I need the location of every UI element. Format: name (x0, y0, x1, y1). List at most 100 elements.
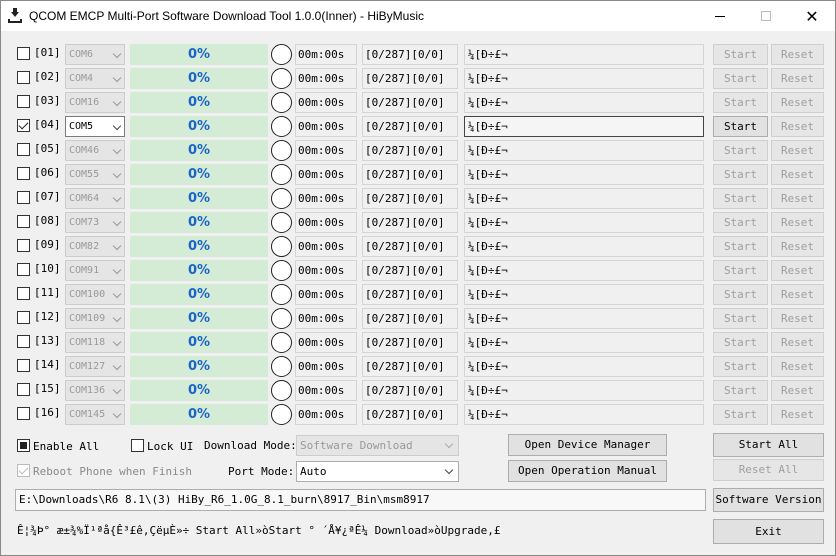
status-indicator-icon (271, 260, 292, 281)
file-count: [0/287][0/0] (362, 68, 458, 89)
start-button[interactable]: Start (713, 116, 768, 137)
port-checkbox[interactable] (17, 287, 30, 300)
elapsed-time: 00m:00s (295, 92, 357, 113)
elapsed-time: 00m:00s (295, 380, 357, 401)
port-message: ¼[Ð÷£¬ (464, 404, 704, 425)
port-index: [02] (34, 70, 61, 83)
port-row: [04] COM5 0% 00m:00s [0/287][0/0] ¼[Ð÷£¬ Start… (1, 115, 835, 137)
close-button[interactable]: ✕ (789, 1, 835, 31)
firmware-path-field[interactable]: E:\Downloads\R6 8.1\(3) HiBy_R6_1.0G_8.1… (15, 489, 706, 511)
port-message: ¼[Ð÷£¬ (464, 140, 704, 161)
chevron-down-icon (112, 361, 122, 371)
port-checkbox[interactable] (17, 47, 30, 60)
reset-button: Reset (771, 44, 824, 65)
port-message: ¼[Ð÷£¬ (464, 188, 704, 209)
start-button: Start (713, 260, 768, 281)
progress-bar: 0% (130, 356, 268, 377)
port-checkbox[interactable] (17, 263, 30, 276)
file-count: [0/287][0/0] (362, 404, 458, 425)
window-title: QCOM EMCP Multi-Port Software Download T… (29, 9, 425, 23)
com-port-select: COM91 (65, 260, 125, 281)
com-port-select: COM127 (65, 356, 125, 377)
chevron-down-icon (112, 217, 122, 227)
port-row: [14] COM127 0% 00m:00s [0/287][0/0] ¼[Ð÷£¬ Sta… (1, 355, 835, 377)
software-version-button[interactable]: Software Version (713, 488, 824, 512)
port-checkbox[interactable] (17, 95, 30, 108)
port-message: ¼[Ð÷£¬ (464, 68, 704, 89)
status-indicator-icon (271, 68, 292, 89)
enable-all-checkbox[interactable] (17, 439, 30, 452)
chevron-down-icon (112, 97, 122, 107)
port-checkbox[interactable] (17, 383, 30, 396)
chevron-down-icon (112, 265, 122, 275)
port-index: [11] (34, 286, 61, 299)
port-mode-select[interactable]: Auto (296, 461, 459, 482)
minimize-button[interactable] (697, 1, 743, 31)
port-index: [05] (34, 142, 61, 155)
reset-button: Reset (771, 260, 824, 281)
port-checkbox[interactable] (17, 239, 30, 252)
port-message: ¼[Ð÷£¬ (464, 356, 704, 377)
port-row: [15] COM136 0% 00m:00s [0/287][0/0] ¼[Ð÷£¬ Sta… (1, 379, 835, 401)
com-port-select: COM109 (65, 308, 125, 329)
com-port-select: COM145 (65, 404, 125, 425)
progress-bar: 0% (130, 380, 268, 401)
open-device-manager-button[interactable]: Open Device Manager (508, 434, 667, 456)
port-checkbox[interactable] (17, 71, 30, 84)
port-row: [10] COM91 0% 00m:00s [0/287][0/0] ¼[Ð÷£¬ Star… (1, 259, 835, 281)
port-checkbox[interactable] (17, 359, 30, 372)
start-button: Start (713, 92, 768, 113)
port-checkbox[interactable] (17, 167, 30, 180)
file-count: [0/287][0/0] (362, 356, 458, 377)
chevron-down-icon (112, 121, 122, 131)
reset-button: Reset (771, 92, 824, 113)
port-checkbox[interactable] (17, 335, 30, 348)
lock-ui-checkbox[interactable] (131, 439, 144, 452)
maximize-icon (761, 11, 771, 21)
progress-bar: 0% (130, 236, 268, 257)
progress-bar: 0% (130, 92, 268, 113)
file-count: [0/287][0/0] (362, 260, 458, 281)
com-port-select: COM82 (65, 236, 125, 257)
reset-button: Reset (771, 140, 824, 161)
port-checkbox[interactable] (17, 143, 30, 156)
elapsed-time: 00m:00s (295, 140, 357, 161)
port-row: [02] COM4 0% 00m:00s [0/287][0/0] ¼[Ð÷£¬ Start… (1, 67, 835, 89)
file-count: [0/287][0/0] (362, 140, 458, 161)
elapsed-time: 00m:00s (295, 44, 357, 65)
status-indicator-icon (271, 164, 292, 185)
port-index: [07] (34, 190, 61, 203)
com-port-value: COM118 (69, 337, 106, 348)
chevron-down-icon (112, 193, 122, 203)
com-port-select: COM16 (65, 92, 125, 113)
status-indicator-icon (271, 404, 292, 425)
elapsed-time: 00m:00s (295, 188, 357, 209)
chevron-down-icon (112, 385, 122, 395)
port-message: ¼[Ð÷£¬ (464, 44, 704, 65)
download-tray-icon (7, 8, 23, 24)
start-all-button[interactable]: Start All (713, 433, 824, 457)
port-checkbox[interactable] (17, 119, 30, 132)
port-index: [13] (34, 334, 61, 347)
port-checkbox[interactable] (17, 215, 30, 228)
elapsed-time: 00m:00s (295, 284, 357, 305)
exit-button[interactable]: Exit (713, 519, 824, 544)
port-row: [11] COM100 0% 00m:00s [0/287][0/0] ¼[Ð÷£¬ Sta… (1, 283, 835, 305)
progress-bar: 0% (130, 260, 268, 281)
reset-button: Reset (771, 212, 824, 233)
com-port-select[interactable]: COM5 (65, 116, 125, 137)
reset-button: Reset (771, 164, 824, 185)
port-checkbox[interactable] (17, 407, 30, 420)
chevron-down-icon (444, 439, 454, 449)
progress-bar: 0% (130, 140, 268, 161)
port-checkbox[interactable] (17, 191, 30, 204)
port-message: ¼[Ð÷£¬ (464, 92, 704, 113)
port-checkbox[interactable] (17, 311, 30, 324)
elapsed-time: 00m:00s (295, 308, 357, 329)
elapsed-time: 00m:00s (295, 260, 357, 281)
open-operation-manual-button[interactable]: Open Operation Manual (508, 460, 667, 482)
com-port-value: COM73 (69, 217, 100, 228)
port-index: [10] (34, 262, 61, 275)
port-row: [12] COM109 0% 00m:00s [0/287][0/0] ¼[Ð÷£¬ Sta… (1, 307, 835, 329)
start-button: Start (713, 308, 768, 329)
